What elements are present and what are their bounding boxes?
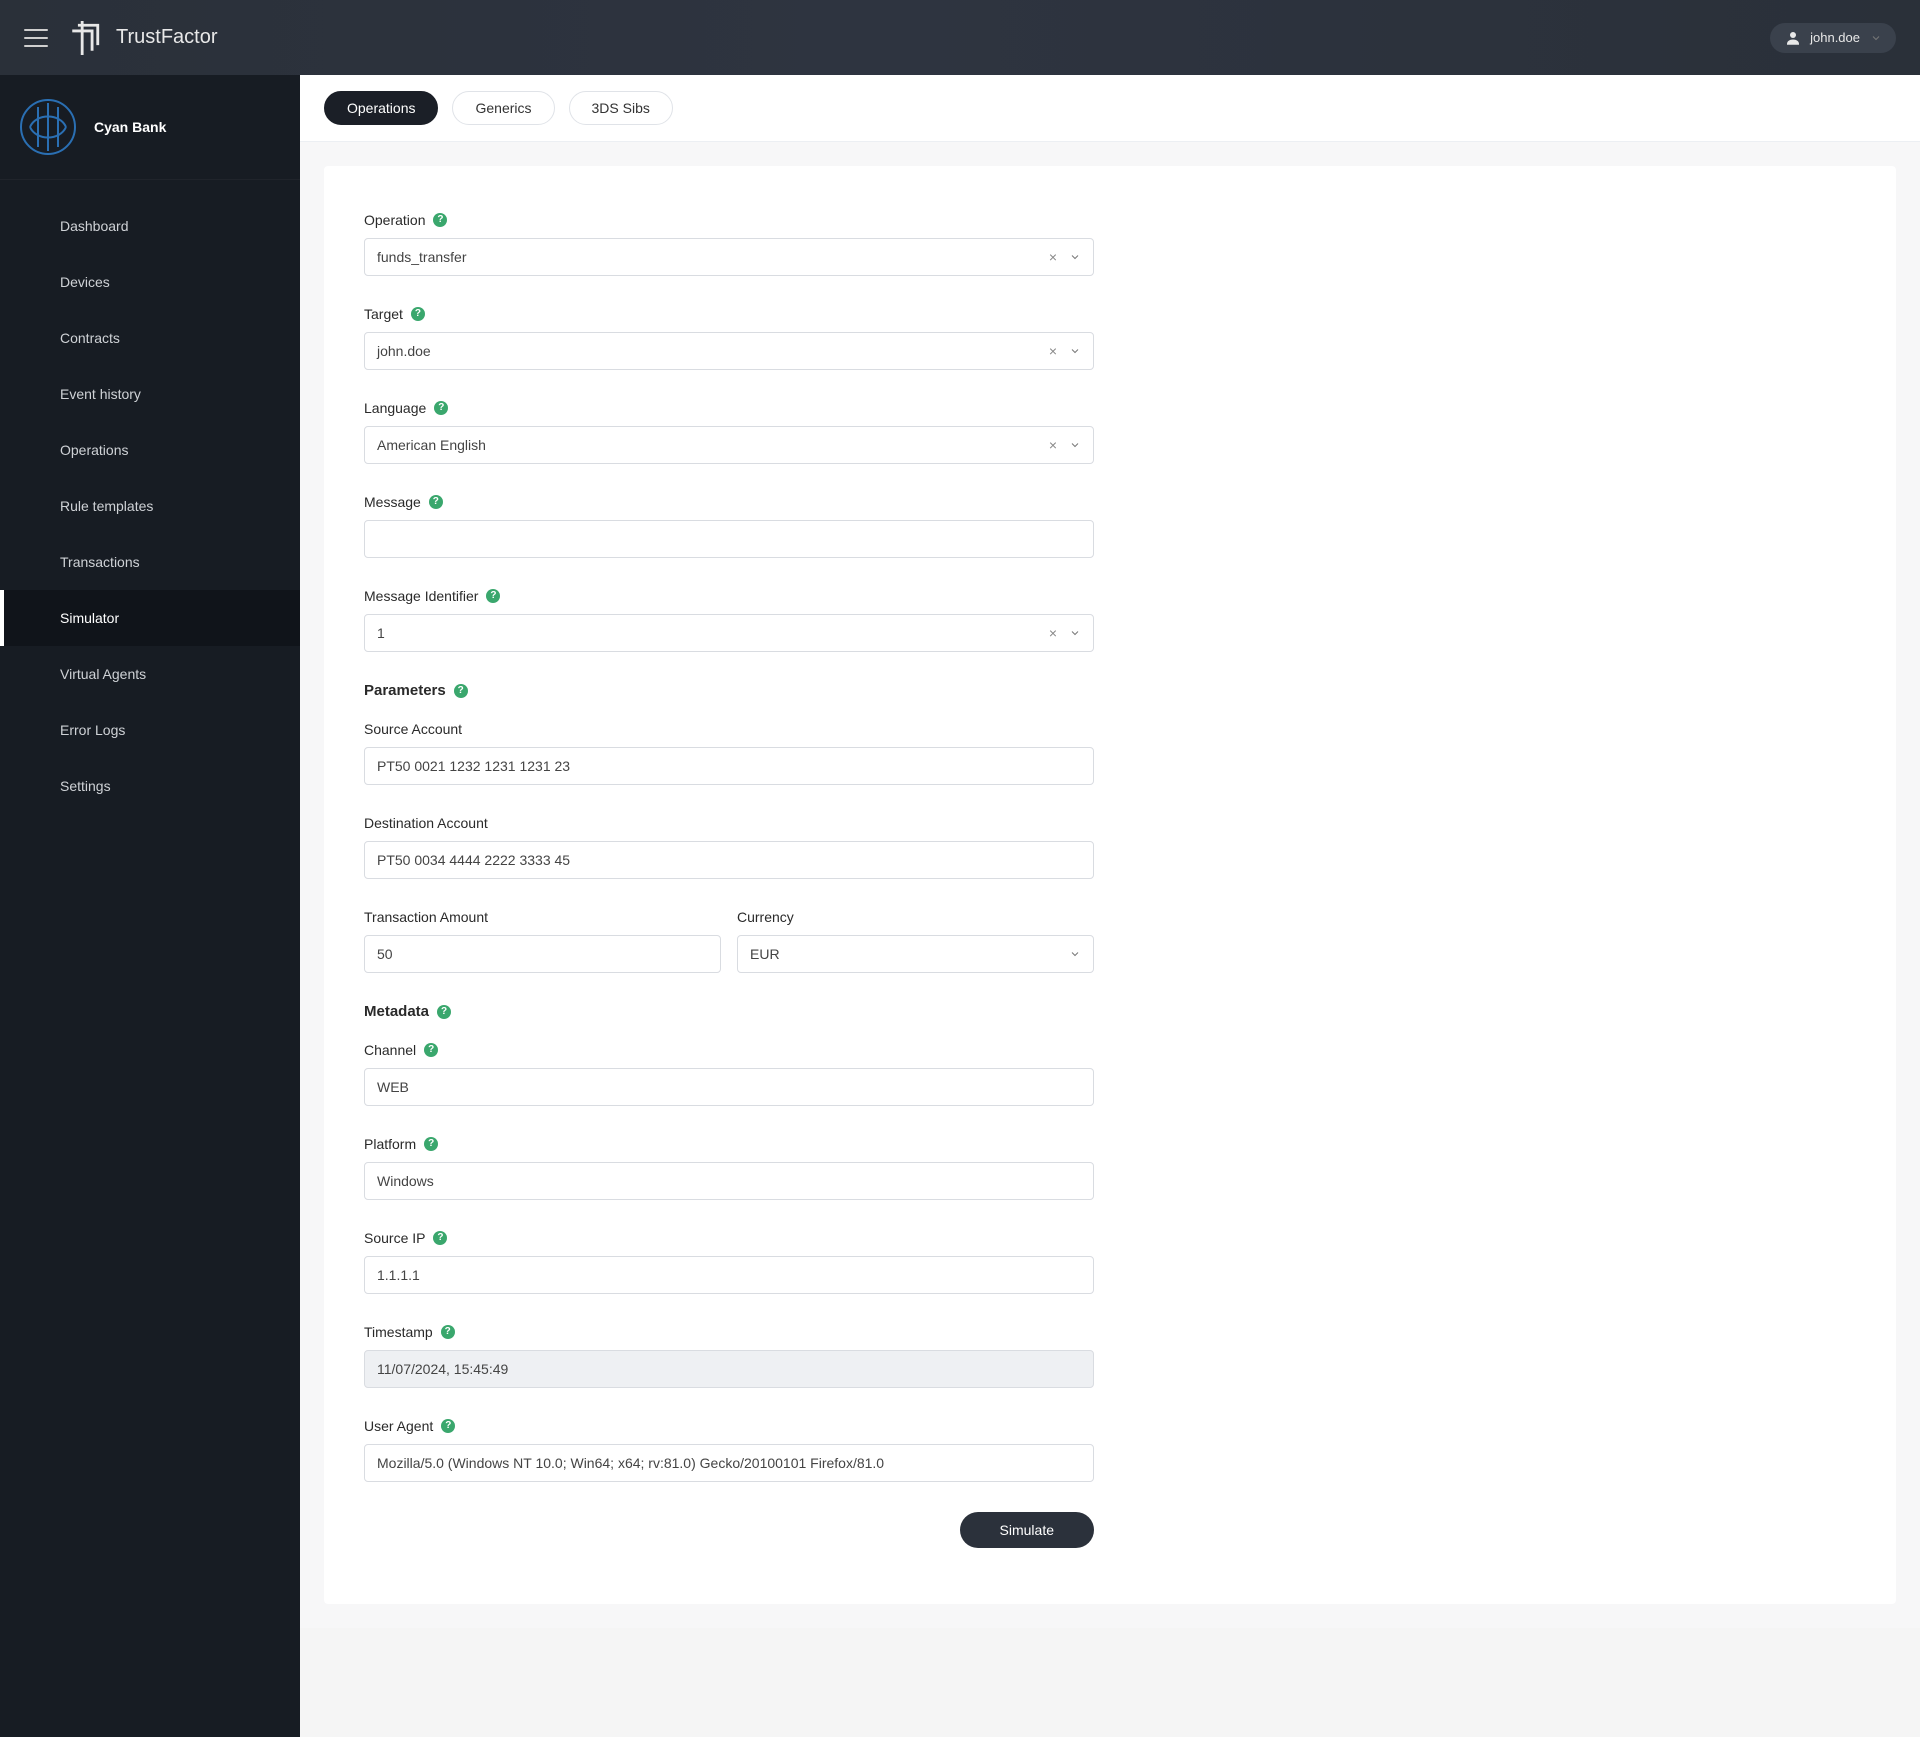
brand-logo <box>68 21 102 55</box>
user-icon <box>1784 29 1802 47</box>
chevron-down-icon[interactable] <box>1069 627 1081 639</box>
message-identifier-select[interactable]: 1 × <box>364 614 1094 652</box>
target-label: Target <box>364 306 403 322</box>
field-amount-currency-row: Transaction Amount Currency EUR <box>364 909 1094 973</box>
main: Operations Generics 3DS Sibs Operation ?… <box>300 75 1920 1737</box>
timestamp-field: 11/07/2024, 15:45:49 <box>364 1350 1094 1388</box>
section-parameters: Parameters ? <box>364 682 1094 699</box>
sidebar-item-transactions[interactable]: Transactions <box>0 534 300 590</box>
transaction-amount-input[interactable] <box>364 935 721 973</box>
target-select[interactable]: john.doe × <box>364 332 1094 370</box>
help-icon[interactable]: ? <box>441 1419 455 1433</box>
org-logo-icon <box>20 99 76 155</box>
app-logo-icon <box>68 21 102 55</box>
tab-bar: Operations Generics 3DS Sibs <box>300 75 1920 142</box>
field-user-agent: User Agent ? <box>364 1418 1094 1482</box>
sidebar-item-contracts[interactable]: Contracts <box>0 310 300 366</box>
tab-generics[interactable]: Generics <box>452 91 554 125</box>
help-icon[interactable]: ? <box>454 684 468 698</box>
chevron-down-icon[interactable] <box>1069 439 1081 451</box>
transaction-amount-label: Transaction Amount <box>364 909 488 925</box>
clear-icon[interactable]: × <box>1045 250 1061 264</box>
sidebar-item-simulator[interactable]: Simulator <box>0 590 300 646</box>
help-icon[interactable]: ? <box>424 1043 438 1057</box>
message-label: Message <box>364 494 421 510</box>
sidebar-item-settings[interactable]: Settings <box>0 758 300 814</box>
field-message: Message ? <box>364 494 1094 558</box>
help-icon[interactable]: ? <box>486 589 500 603</box>
simulate-button[interactable]: Simulate <box>960 1512 1094 1548</box>
platform-label: Platform <box>364 1136 416 1152</box>
user-agent-input[interactable] <box>364 1444 1094 1482</box>
sidebar-nav: Dashboard Devices Contracts Event histor… <box>0 180 300 832</box>
field-timestamp: Timestamp ? 11/07/2024, 15:45:49 <box>364 1324 1094 1388</box>
org-header[interactable]: Cyan Bank <box>0 75 300 180</box>
source-ip-input[interactable] <box>364 1256 1094 1294</box>
language-select[interactable]: American English × <box>364 426 1094 464</box>
help-icon[interactable]: ? <box>411 307 425 321</box>
tab-3ds-sibs[interactable]: 3DS Sibs <box>569 91 673 125</box>
operation-label: Operation <box>364 212 425 228</box>
field-channel: Channel ? <box>364 1042 1094 1106</box>
language-label: Language <box>364 400 426 416</box>
sidebar-item-operations[interactable]: Operations <box>0 422 300 478</box>
channel-label: Channel <box>364 1042 416 1058</box>
sidebar-item-virtual-agents[interactable]: Virtual Agents <box>0 646 300 702</box>
field-source-account: Source Account <box>364 721 1094 785</box>
help-icon[interactable]: ? <box>441 1325 455 1339</box>
field-operation: Operation ? funds_transfer × <box>364 212 1094 276</box>
destination-account-input[interactable] <box>364 841 1094 879</box>
channel-input[interactable] <box>364 1068 1094 1106</box>
brand-name: TrustFactor <box>116 26 218 49</box>
source-account-input[interactable] <box>364 747 1094 785</box>
topbar: TrustFactor john.doe <box>0 0 1920 75</box>
message-identifier-label: Message Identifier <box>364 588 478 604</box>
operation-select[interactable]: funds_transfer × <box>364 238 1094 276</box>
user-menu-button[interactable]: john.doe <box>1770 23 1896 53</box>
field-source-ip: Source IP ? <box>364 1230 1094 1294</box>
currency-label: Currency <box>737 909 794 925</box>
help-icon[interactable]: ? <box>433 213 447 227</box>
help-icon[interactable]: ? <box>434 401 448 415</box>
help-icon[interactable]: ? <box>429 495 443 509</box>
message-input[interactable] <box>364 520 1094 558</box>
sidebar: Cyan Bank Dashboard Devices Contracts Ev… <box>0 75 300 1737</box>
platform-input[interactable] <box>364 1162 1094 1200</box>
section-metadata: Metadata ? <box>364 1003 1094 1020</box>
clear-icon[interactable]: × <box>1045 626 1061 640</box>
field-platform: Platform ? <box>364 1136 1094 1200</box>
menu-toggle-button[interactable] <box>24 29 48 47</box>
destination-account-label: Destination Account <box>364 815 488 831</box>
source-ip-label: Source IP <box>364 1230 425 1246</box>
timestamp-label: Timestamp <box>364 1324 433 1340</box>
chevron-down-icon[interactable] <box>1069 345 1081 357</box>
field-target: Target ? john.doe × <box>364 306 1094 370</box>
chevron-down-icon[interactable] <box>1069 948 1081 960</box>
sidebar-item-error-logs[interactable]: Error Logs <box>0 702 300 758</box>
sidebar-item-rule-templates[interactable]: Rule templates <box>0 478 300 534</box>
help-icon[interactable]: ? <box>437 1005 451 1019</box>
field-message-identifier: Message Identifier ? 1 × <box>364 588 1094 652</box>
user-name: john.doe <box>1810 30 1860 45</box>
simulator-form-card: Operation ? funds_transfer × Target <box>324 166 1896 1604</box>
clear-icon[interactable]: × <box>1045 344 1061 358</box>
help-icon[interactable]: ? <box>424 1137 438 1151</box>
source-account-label: Source Account <box>364 721 462 737</box>
field-language: Language ? American English × <box>364 400 1094 464</box>
currency-select[interactable]: EUR <box>737 935 1094 973</box>
clear-icon[interactable]: × <box>1045 438 1061 452</box>
sidebar-item-devices[interactable]: Devices <box>0 254 300 310</box>
chevron-down-icon <box>1870 32 1882 44</box>
sidebar-item-dashboard[interactable]: Dashboard <box>0 198 300 254</box>
sidebar-item-event-history[interactable]: Event history <box>0 366 300 422</box>
chevron-down-icon[interactable] <box>1069 251 1081 263</box>
help-icon[interactable]: ? <box>433 1231 447 1245</box>
org-name: Cyan Bank <box>94 119 166 135</box>
user-agent-label: User Agent <box>364 1418 433 1434</box>
field-destination-account: Destination Account <box>364 815 1094 879</box>
tab-operations[interactable]: Operations <box>324 91 438 125</box>
